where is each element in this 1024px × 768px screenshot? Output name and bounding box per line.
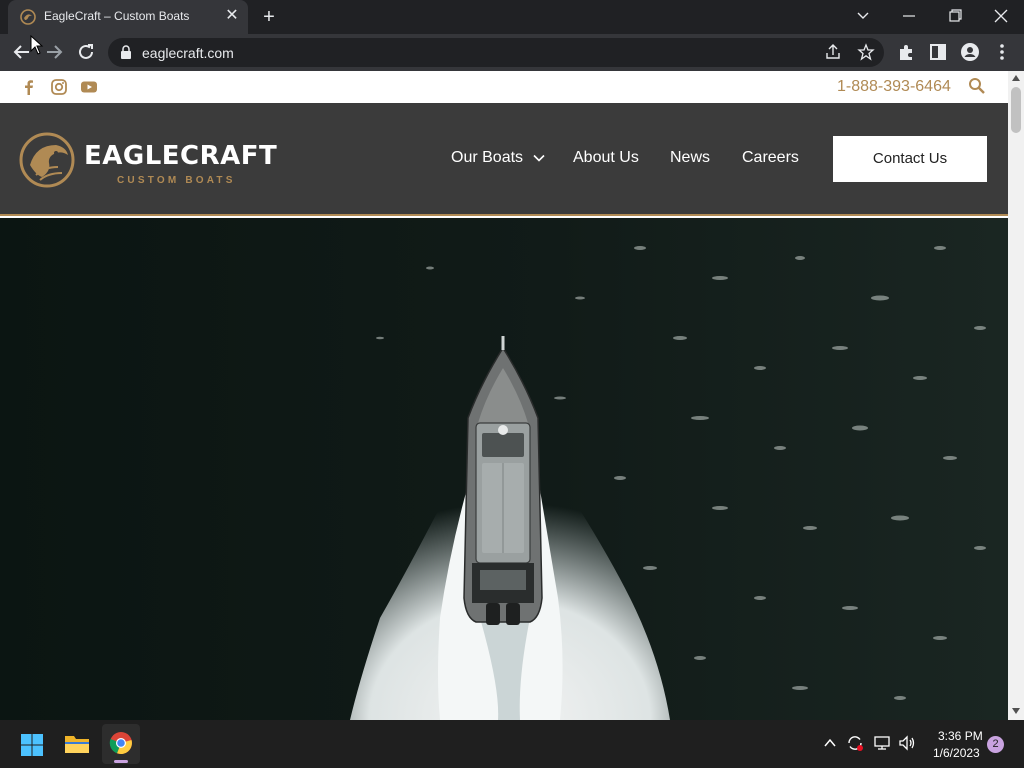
url-text: eaglecraft.com (142, 45, 234, 61)
side-panel-icon[interactable] (926, 40, 950, 64)
reload-icon[interactable] (74, 40, 98, 64)
windows-start-icon[interactable] (20, 733, 44, 757)
page-viewport: 1-888-393-6464 EAGLECRAFT CUSTOM BOATS O… (0, 71, 1008, 720)
page-scrollbar[interactable] (1008, 71, 1024, 720)
browser-title-bar: EagleCraft – Custom Boats ✕ + (0, 0, 1024, 34)
browser-tab[interactable]: EagleCraft – Custom Boats ✕ (8, 0, 248, 34)
eagle-favicon-icon (20, 9, 36, 25)
facebook-icon[interactable] (20, 78, 38, 96)
browser-toolbar: eaglecraft.com (0, 34, 1024, 71)
eagle-emblem-icon (19, 132, 75, 188)
nav-careers[interactable]: Careers (742, 149, 799, 167)
lock-icon[interactable] (120, 45, 132, 59)
logo-wordmark: EAGLECRAFT (84, 141, 278, 171)
mouse-cursor-icon (30, 35, 44, 55)
forward-icon[interactable] (42, 40, 66, 64)
top-info-bar: 1-888-393-6464 (0, 71, 1008, 103)
nav-news[interactable]: News (670, 149, 710, 167)
windows-taskbar: 3:36 PM 1/6/2023 2 (0, 720, 1024, 768)
tab-title: EagleCraft – Custom Boats (44, 9, 190, 23)
phone-number[interactable]: 1-888-393-6464 (837, 78, 951, 96)
chevron-up-icon[interactable] (823, 737, 837, 749)
file-explorer-icon[interactable] (64, 733, 90, 755)
tab-search-icon[interactable] (848, 4, 878, 28)
sync-status-icon[interactable] (846, 734, 864, 752)
network-icon[interactable] (873, 734, 891, 752)
clock-date: 1/6/2023 (933, 746, 980, 760)
restore-icon[interactable] (940, 4, 970, 28)
scroll-down-icon[interactable] (1012, 708, 1020, 714)
site-header: EAGLECRAFT CUSTOM BOATS Our Boats About … (0, 103, 1008, 216)
volume-icon[interactable] (898, 734, 916, 752)
new-tab-button[interactable]: + (258, 6, 280, 28)
chrome-taskbar-item[interactable] (102, 724, 140, 764)
scroll-thumb[interactable] (1011, 87, 1021, 133)
share-icon[interactable] (824, 43, 842, 61)
eaglecraft-logo[interactable]: EAGLECRAFT CUSTOM BOATS (18, 131, 278, 191)
extensions-icon[interactable] (894, 40, 918, 64)
logo-tagline: CUSTOM BOATS (117, 175, 236, 186)
close-window-icon[interactable] (986, 4, 1016, 28)
boat-aerial-photo (0, 218, 1008, 720)
nav-about-us[interactable]: About Us (573, 149, 639, 167)
clock-time: 3:36 PM (938, 729, 983, 743)
instagram-icon[interactable] (50, 78, 68, 96)
minimize-icon[interactable] (894, 4, 924, 28)
address-bar[interactable]: eaglecraft.com (108, 38, 884, 67)
star-icon[interactable] (857, 43, 875, 61)
youtube-icon[interactable] (80, 78, 98, 96)
tab-close-icon[interactable]: ✕ (224, 8, 240, 24)
nav-our-boats-label: Our Boats (451, 149, 524, 166)
notification-badge[interactable]: 2 (987, 736, 1004, 753)
profile-icon[interactable] (958, 40, 982, 64)
search-icon[interactable] (968, 77, 986, 95)
menu-icon[interactable] (990, 40, 1014, 64)
contact-us-button[interactable]: Contact Us (833, 136, 987, 182)
chrome-icon (109, 732, 132, 755)
nav-our-boats[interactable]: Our Boats (451, 149, 546, 167)
hero-image (0, 218, 1008, 720)
scroll-up-icon[interactable] (1012, 75, 1020, 81)
active-app-indicator (114, 760, 128, 763)
chevron-down-icon (533, 154, 546, 162)
